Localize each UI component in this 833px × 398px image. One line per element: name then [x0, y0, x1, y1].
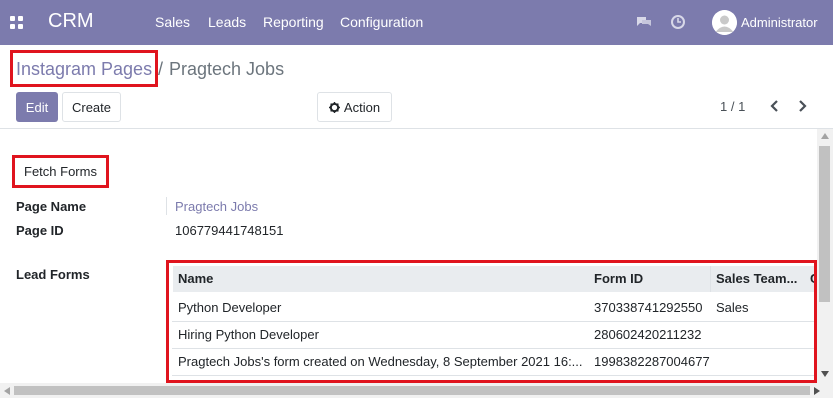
- lead-forms-highlight: [166, 260, 817, 383]
- scroll-left-arrow-icon[interactable]: [4, 387, 10, 395]
- fetch-forms-button[interactable]: Fetch Forms: [15, 158, 106, 185]
- menu-reporting[interactable]: Reporting: [263, 14, 324, 30]
- apps-icon[interactable]: [10, 16, 23, 29]
- action-button[interactable]: Action: [317, 92, 392, 122]
- page-id-label: Page ID: [16, 223, 64, 238]
- app-brand[interactable]: CRM: [48, 10, 94, 33]
- scroll-up-arrow-icon[interactable]: [821, 133, 829, 139]
- breadcrumb-parent-link[interactable]: Instagram Pages: [16, 59, 152, 80]
- chevron-left-icon[interactable]: [769, 98, 781, 114]
- scroll-down-arrow-icon[interactable]: [821, 371, 829, 377]
- chat-icon[interactable]: [636, 14, 652, 30]
- user-menu[interactable]: Administrator: [741, 15, 818, 30]
- page-name-value[interactable]: Pragtech Jobs: [175, 199, 258, 214]
- gear-icon: [328, 101, 340, 113]
- chevron-right-icon[interactable]: [796, 98, 808, 114]
- menu-configuration[interactable]: Configuration: [340, 14, 423, 30]
- lead-forms-label: Lead Forms: [16, 267, 90, 282]
- horizontal-scrollbar-thumb[interactable]: [14, 386, 810, 395]
- clock-icon[interactable]: [670, 14, 686, 30]
- avatar[interactable]: [712, 10, 737, 35]
- edit-button[interactable]: Edit: [16, 92, 58, 122]
- page-name-label: Page Name: [16, 199, 87, 214]
- create-button[interactable]: Create: [62, 92, 121, 122]
- action-button-label: Action: [343, 99, 381, 115]
- vertical-scrollbar-thumb[interactable]: [819, 146, 830, 302]
- menu-leads[interactable]: Leads: [208, 14, 246, 30]
- breadcrumb-separator: /: [158, 59, 164, 79]
- scroll-right-arrow-icon[interactable]: [814, 387, 820, 395]
- menu-sales[interactable]: Sales: [155, 14, 190, 30]
- pager-value[interactable]: 1 / 1: [720, 99, 745, 114]
- breadcrumb-current: Pragtech Jobs: [169, 59, 285, 79]
- page-id-value: 106779441748151: [175, 223, 284, 238]
- field-divider: [166, 197, 167, 215]
